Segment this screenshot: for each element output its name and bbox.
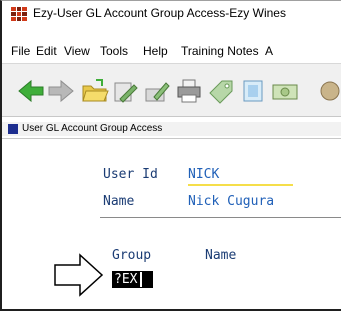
app-icon <box>11 7 27 21</box>
edit-document-icon[interactable] <box>110 77 140 105</box>
open-folder-icon[interactable] <box>80 77 110 105</box>
menu-file[interactable]: File <box>11 44 30 58</box>
menu-edit[interactable]: Edit <box>36 44 57 58</box>
back-arrow-icon[interactable] <box>16 77 46 105</box>
more-tools-icon[interactable] <box>318 77 341 105</box>
menu-tools[interactable]: Tools <box>100 44 128 58</box>
printer-icon[interactable] <box>174 77 204 105</box>
text-cursor <box>140 272 142 287</box>
form-divider <box>100 217 341 218</box>
app-window: Ezy-User GL Account Group Access-Ezy Win… <box>0 0 341 311</box>
title-bar: Ezy-User GL Account Group Access-Ezy Win… <box>2 1 341 25</box>
forward-arrow-icon[interactable] <box>46 77 76 105</box>
menu-help[interactable]: Help <box>143 44 168 58</box>
money-icon[interactable] <box>270 77 300 105</box>
tag-icon[interactable] <box>206 77 236 105</box>
menu-training-notes[interactable]: Training Notes <box>181 44 259 58</box>
user-id-focus-underline <box>188 184 293 186</box>
name-label: Name <box>103 194 135 209</box>
menu-more[interactable]: A <box>265 44 273 58</box>
window-title: Ezy-User GL Account Group Access-Ezy Win… <box>33 6 286 20</box>
name-value: Nick Cugura <box>188 194 275 209</box>
pointer-arrow-icon <box>54 253 104 297</box>
user-id-value[interactable]: NICK <box>188 167 219 182</box>
edit-pencil-icon[interactable] <box>142 77 172 105</box>
group-input[interactable]: ?EX <box>112 271 153 288</box>
page-icon[interactable] <box>238 77 268 105</box>
grid-header-group: Group <box>112 248 152 263</box>
section-title: User GL Account Group Access <box>22 123 163 134</box>
menu-view[interactable]: View <box>64 44 90 58</box>
menu-bar: File Edit View Tools Help Training Notes… <box>2 41 341 61</box>
section-divider <box>2 138 341 139</box>
section-icon <box>8 124 18 134</box>
user-id-label: User Id <box>103 167 158 182</box>
grid-header-name: Name <box>205 248 237 263</box>
